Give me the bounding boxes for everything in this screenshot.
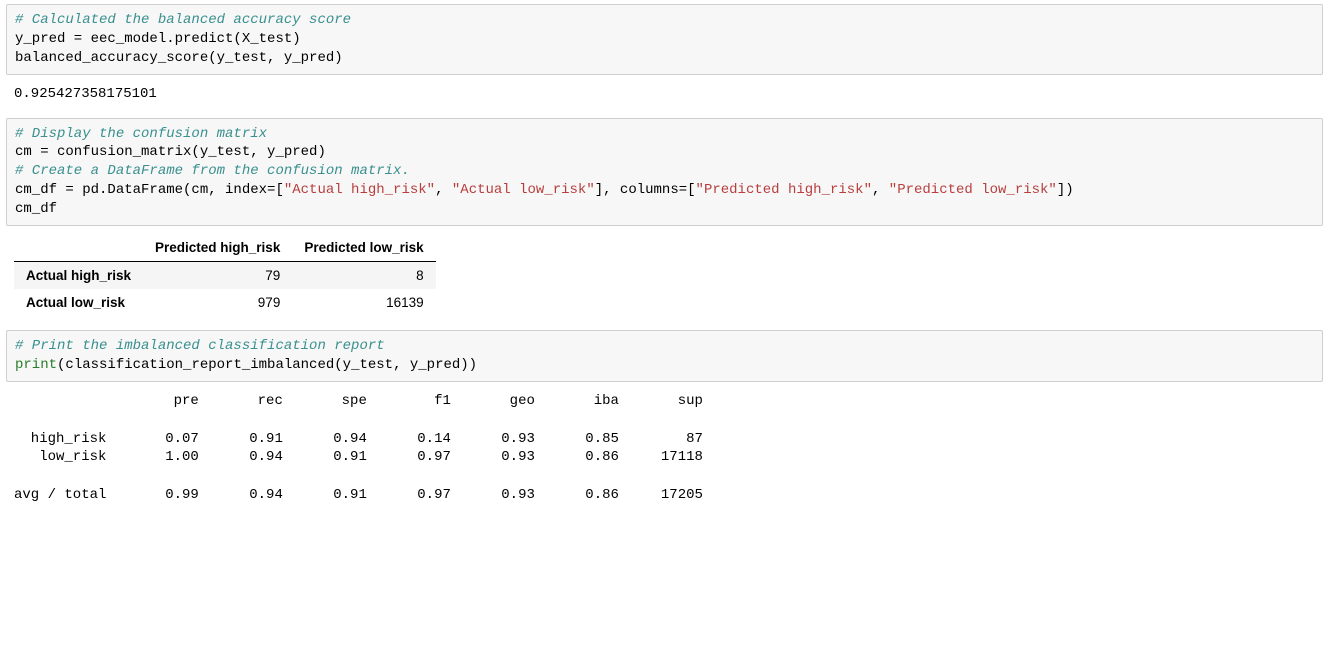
code-cell-2[interactable]: # Display the confusion matrix cm = conf… [6,118,1323,226]
confusion-matrix-table: Predicted high_risk Predicted low_risk A… [14,234,436,316]
code-comment: # Display the confusion matrix [15,126,267,142]
code-line: y_pred = eec_model.predict(X_test) [15,31,301,47]
code-cell-1[interactable]: # Calculated the balanced accuracy score… [6,4,1323,75]
row-header: Actual low_risk [14,289,143,316]
table-cell: 79 [143,262,292,290]
code-comment: # Calculated the balanced accuracy score [15,12,351,28]
table-cell: 8 [292,262,435,290]
code-line: cm = confusion_matrix(y_test, y_pred) [15,144,326,160]
table-cell: 16139 [292,289,435,316]
table-corner [14,234,143,262]
code-line: cm_df [15,201,57,217]
col-header: Predicted low_risk [292,234,435,262]
output-classification-report: pre rec spe f1 geo iba sup high_risk 0.0… [6,386,1323,515]
col-header: Predicted high_risk [143,234,292,262]
code-line: balanced_accuracy_score(y_test, y_pred) [15,50,343,66]
code-comment: # Create a DataFrame from the confusion … [15,163,410,179]
table-cell: 979 [143,289,292,316]
table-row: Actual low_risk 979 16139 [14,289,436,316]
row-header: Actual high_risk [14,262,143,290]
output-confusion-matrix: Predicted high_risk Predicted low_risk A… [6,230,1323,326]
code-line: cm_df = pd.DataFrame(cm, index=["Actual … [15,182,1074,198]
output-balanced-accuracy: 0.925427358175101 [6,79,1323,114]
table-row: Actual high_risk 79 8 [14,262,436,290]
code-line: print(classification_report_imbalanced(y… [15,357,477,373]
code-cell-3[interactable]: # Print the imbalanced classification re… [6,330,1323,382]
code-comment: # Print the imbalanced classification re… [15,338,385,354]
